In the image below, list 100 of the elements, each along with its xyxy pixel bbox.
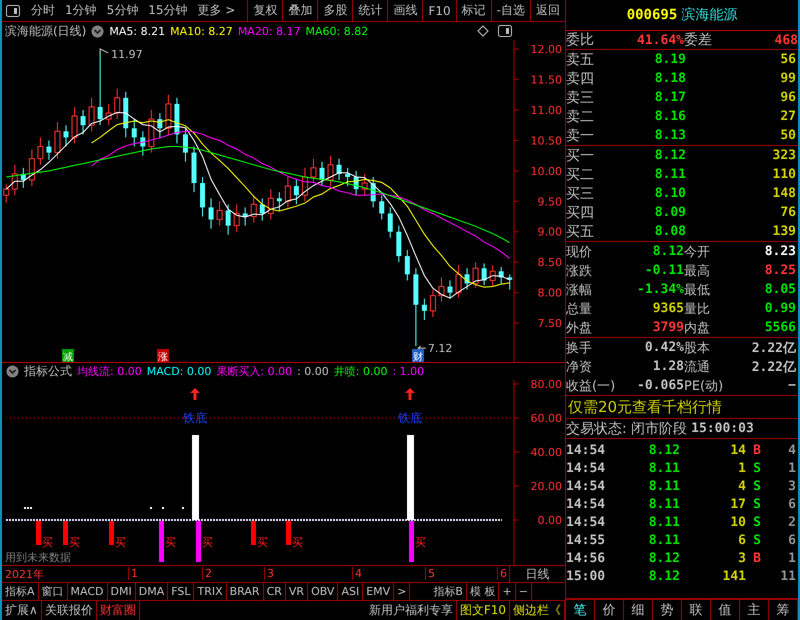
toolbar-button[interactable]: 多股: [317, 0, 352, 21]
bottom-link[interactable]: 图文F10: [456, 601, 510, 620]
bottom-link[interactable]: 新用户福利专享: [366, 601, 457, 620]
trade-side: B: [752, 442, 762, 458]
period-tab[interactable]: 15分钟: [143, 0, 193, 21]
indicator-tab[interactable]: >: [394, 583, 410, 600]
promo-banner[interactable]: 仅需20元查看千档行情: [566, 396, 798, 419]
volume-value: 56: [779, 52, 797, 67]
candlestick: [345, 167, 350, 187]
candlestick: [37, 136, 44, 166]
field-label: 涨跌: [566, 262, 593, 280]
field-value: 2.22亿: [750, 358, 797, 376]
period-tab[interactable]: 5分钟: [102, 0, 144, 21]
signal-bar: [159, 521, 164, 562]
ma-name: MA5: [109, 24, 134, 38]
side-tab[interactable]: 主: [740, 600, 769, 620]
toolbar-button[interactable]: 标记: [456, 0, 491, 21]
tick-price: 8.11: [648, 532, 680, 548]
indicator-tab[interactable]: 模 板: [466, 583, 500, 600]
indicator-tab[interactable]: DMI: [108, 583, 136, 600]
field-label: 最低: [684, 282, 711, 298]
candlestick: [310, 158, 316, 184]
event-marker: 涨: [157, 349, 169, 362]
period-tab[interactable]: 更多 >: [192, 0, 240, 21]
candlestick: [250, 194, 257, 224]
indicator-tab[interactable]: MACD: [68, 583, 108, 600]
dropdown-icon: [91, 24, 104, 38]
bottom-link[interactable]: 关联报价: [42, 601, 97, 620]
side-tab[interactable]: 势: [653, 600, 682, 620]
side-tab[interactable]: 细: [624, 600, 653, 620]
side-tab[interactable]: 笔: [566, 600, 595, 620]
bottom-link[interactable]: 侧边栏《: [510, 601, 565, 620]
indicator-tab[interactable]: BRAR: [226, 583, 264, 600]
ma-value: : 8.17: [268, 24, 301, 38]
toolbar-button[interactable]: 复权: [247, 0, 282, 21]
price-value: 8.09: [654, 205, 686, 220]
up-arrow-icon: [405, 388, 415, 400]
bottom-link[interactable]: 财富圈: [96, 601, 140, 620]
indicator-tab[interactable]: −: [516, 583, 532, 600]
price-value: 8.13: [654, 128, 686, 143]
indicator-tab[interactable]: EMV: [363, 583, 394, 600]
candlestick: [226, 204, 231, 236]
price-value: 8.11: [654, 167, 686, 182]
trade-side: S: [752, 514, 762, 530]
price-label: 7.12: [428, 342, 452, 356]
toolbar-button[interactable]: 画线: [387, 0, 422, 21]
tick-count: 1: [787, 550, 797, 566]
indicator-value: 均线流: 0.00: [77, 364, 142, 379]
side-tab[interactable]: 价: [595, 600, 624, 620]
period-label: 日线: [524, 566, 550, 582]
tick-volume: 14: [729, 442, 746, 458]
candlestick: [64, 124, 68, 148]
axis-label: 11.50: [530, 74, 562, 87]
toolbar-button[interactable]: 返回: [530, 0, 565, 21]
side-tab[interactable]: 联: [682, 600, 711, 620]
price-value: 8.19: [654, 52, 686, 67]
indicator-tab[interactable]: 指标A: [2, 583, 39, 600]
indicator-tab[interactable]: CR: [264, 583, 286, 600]
indicator-value: : 1.00: [392, 365, 424, 378]
stock-name: 滨海能源: [681, 6, 738, 24]
price-value: 8.18: [654, 71, 686, 86]
candlestick: [379, 194, 384, 220]
candlestick: [3, 184, 10, 204]
period-tab[interactable]: 分时: [26, 0, 60, 21]
field-value: −: [787, 378, 797, 393]
indicator-tab[interactable]: +: [499, 583, 516, 600]
buy-label: 买: [292, 536, 303, 549]
ma-value: : 8.27: [201, 24, 233, 38]
tick-time: 14:54: [566, 496, 606, 512]
period-tab[interactable]: 1分钟: [60, 0, 102, 21]
indicator-tab[interactable]: ASI: [338, 583, 364, 600]
indicator-tab[interactable]: FSL: [168, 583, 194, 600]
indicator-tab[interactable]: VR: [286, 583, 308, 600]
candlestick: [456, 264, 462, 298]
candlestick: [28, 149, 35, 187]
side-tab[interactable]: 值: [711, 600, 740, 620]
indicator-tab[interactable]: DMA: [136, 583, 168, 600]
field-value: 0.42%: [644, 340, 684, 355]
candlestick: [98, 50, 103, 126]
indicator-tab[interactable]: 窗口: [38, 583, 68, 600]
tick-price: 8.11: [648, 496, 680, 512]
month-label: 1: [128, 567, 138, 580]
level-label: 卖一: [566, 126, 595, 144]
axis-label: 40.00: [530, 446, 562, 459]
side-tab[interactable]: 筹: [769, 600, 798, 620]
indicator-tab[interactable]: OBV: [308, 583, 338, 600]
indicator-tab[interactable]: 指标B: [430, 583, 467, 600]
level-label: 卖二: [566, 108, 595, 126]
tick-count: 4: [787, 442, 797, 458]
indicator-tab[interactable]: TRIX: [194, 583, 227, 600]
toolbar-button[interactable]: F10: [422, 0, 456, 21]
price-value: 8.12: [654, 148, 686, 163]
price-value: 8.17: [654, 90, 686, 105]
candlestick: [388, 206, 393, 238]
toolbar-button[interactable]: 统计: [352, 0, 388, 21]
bottom-link[interactable]: 扩展∧: [2, 601, 42, 620]
toolbar-button[interactable]: 叠加: [282, 0, 318, 21]
candlestick: [328, 155, 334, 187]
month-label: 6: [497, 567, 507, 580]
toolbar-button[interactable]: -自选: [490, 0, 530, 21]
